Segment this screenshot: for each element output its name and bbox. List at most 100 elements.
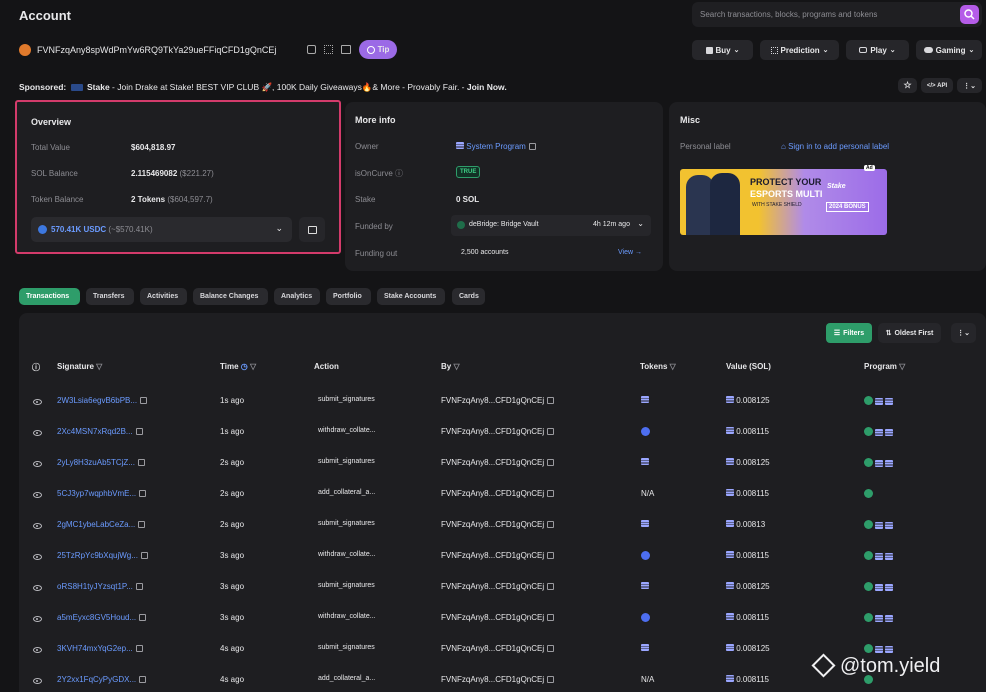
signature-link[interactable]: oRS8H1tyJYzsqt1P... — [57, 582, 143, 591]
eye-icon[interactable] — [33, 647, 42, 653]
filters-button[interactable]: ☰ Filters — [826, 323, 872, 343]
play-button[interactable]: Play ⌄ — [846, 40, 909, 60]
more-options-button[interactable]: ⋮⌄ — [957, 78, 982, 93]
copy-icon[interactable] — [135, 583, 143, 591]
program-icon[interactable] — [885, 522, 894, 529]
eye-icon[interactable] — [33, 678, 42, 684]
filter-icon[interactable]: ▽ — [453, 362, 459, 371]
copy-icon[interactable] — [547, 459, 555, 467]
copy-icon[interactable] — [547, 552, 555, 560]
program-icon[interactable] — [885, 398, 894, 405]
token-icon[interactable] — [641, 582, 649, 589]
by-cell[interactable]: FVNFzqAny8...CFD1gQnCEj — [441, 582, 555, 591]
copy-icon[interactable] — [547, 397, 555, 405]
search-icon[interactable] — [960, 5, 979, 24]
filter-icon[interactable]: ▽ — [670, 362, 676, 371]
column-by[interactable]: By ▽ — [441, 362, 460, 371]
column-time[interactable]: Time ◷ ▽ — [220, 362, 256, 371]
copy-icon[interactable] — [547, 428, 555, 436]
program-icon[interactable] — [875, 398, 884, 405]
program-icon[interactable] — [875, 615, 884, 622]
copy-icon[interactable] — [547, 645, 555, 653]
table-row[interactable]: 2W3Lsia6egvB6bPB... 1s ago submit_signatur… — [19, 385, 986, 416]
token-icon[interactable] — [641, 396, 649, 403]
copy-icon[interactable] — [547, 521, 555, 529]
signature-link[interactable]: 2yLy8H3zuAb5TCjZ... — [57, 458, 145, 467]
program-icon[interactable] — [864, 396, 873, 405]
eye-icon[interactable] — [33, 461, 42, 467]
program-icon[interactable] — [875, 646, 884, 653]
gaming-button[interactable]: Gaming ⌄ — [916, 40, 982, 60]
by-cell[interactable]: FVNFzqAny8...CFD1gQnCEj — [441, 458, 555, 467]
sponsored-banner[interactable]: Sponsored: Stake - Join Drake at Stake! … — [19, 82, 507, 93]
table-row[interactable]: 5CJ3yp7wqphbVmE... 2s ago add_collateral_a… — [19, 478, 986, 509]
signature-link[interactable]: 25TzRpYc9bXqujWg... — [57, 551, 148, 560]
owner-value[interactable]: System Program — [456, 142, 536, 151]
copy-icon[interactable] — [140, 552, 148, 560]
program-icon[interactable] — [875, 553, 884, 560]
filter-icon[interactable]: ▽ — [250, 362, 256, 371]
column-program[interactable]: Program ▽ — [864, 362, 905, 371]
clock-icon[interactable]: ◷ — [241, 362, 248, 371]
filter-icon[interactable]: ▽ — [899, 362, 905, 371]
copy-icon[interactable] — [135, 645, 143, 653]
table-row[interactable]: 25TzRpYc9bXqujWg... 3s ago withdraw_collat… — [19, 540, 986, 571]
copy-icon[interactable] — [139, 490, 147, 498]
copy-icon[interactable] — [140, 397, 148, 405]
by-cell[interactable]: FVNFzqAny8...CFD1gQnCEj — [441, 427, 555, 436]
program-icon[interactable] — [864, 520, 873, 529]
program-icon[interactable] — [875, 584, 884, 591]
usdc-token-icon[interactable] — [641, 613, 650, 622]
sponsored-cta[interactable]: Join Now. — [467, 82, 507, 92]
program-icon[interactable] — [864, 458, 873, 467]
by-cell[interactable]: FVNFzqAny8...CFD1gQnCEj — [441, 644, 555, 653]
copy-icon[interactable] — [307, 45, 316, 54]
copy-icon[interactable] — [137, 459, 145, 467]
signature-link[interactable]: 2W3Lsia6egvB6bPB... — [57, 396, 148, 405]
table-row[interactable]: 2gMC1ybeLabCeZa... 2s ago submit_signature… — [19, 509, 986, 540]
program-icon[interactable] — [875, 429, 884, 436]
column-tokens[interactable]: Tokens ▽ — [640, 362, 676, 371]
tab-cards[interactable]: Cards — [452, 288, 485, 305]
token-icon[interactable] — [641, 520, 649, 527]
program-icon[interactable] — [885, 615, 894, 622]
token-icon[interactable] — [641, 458, 649, 465]
program-icon[interactable] — [864, 551, 873, 560]
signature-link[interactable]: 2gMC1ybeLabCeZa... — [57, 520, 146, 529]
program-icon[interactable] — [864, 644, 873, 653]
token-icon[interactable] — [641, 644, 649, 651]
copy-icon[interactable] — [547, 614, 555, 622]
api-button[interactable]: </> API — [921, 78, 953, 93]
tab-activities[interactable]: Activities — [140, 288, 187, 305]
qr-code-icon[interactable] — [324, 45, 333, 54]
table-row[interactable]: oRS8H1tyJYzsqt1P... 3s ago submit_signatur… — [19, 571, 986, 602]
funded-by-select[interactable]: deBridge: Bridge Vault 4h 12m ago ⌄ — [451, 215, 651, 236]
sort-button[interactable]: ⇅ Oldest First — [878, 323, 941, 343]
by-cell[interactable]: FVNFzqAny8...CFD1gQnCEj — [441, 675, 555, 684]
by-cell[interactable]: FVNFzqAny8...CFD1gQnCEj — [441, 551, 555, 560]
by-cell[interactable]: FVNFzqAny8...CFD1gQnCEj — [441, 613, 555, 622]
eye-icon[interactable] — [33, 554, 42, 560]
program-icon[interactable] — [885, 429, 894, 436]
copy-icon[interactable] — [135, 428, 143, 436]
prediction-button[interactable]: Prediction ⌄ — [760, 40, 839, 60]
filter-icon[interactable]: ▽ — [96, 362, 102, 371]
tab-transfers[interactable]: Transfers — [86, 288, 134, 305]
eye-icon[interactable] — [33, 430, 42, 436]
copy-icon[interactable] — [139, 676, 147, 684]
program-icon[interactable] — [864, 489, 873, 498]
tip-button[interactable]: Tip — [359, 40, 397, 59]
by-cell[interactable]: FVNFzqAny8...CFD1gQnCEj — [441, 396, 555, 405]
signature-link[interactable]: 3KVH74mxYqG2ep... — [57, 644, 143, 653]
signature-link[interactable]: a5mEyxc8GV5Houd... — [57, 613, 147, 622]
copy-icon[interactable] — [547, 490, 555, 498]
program-icon[interactable] — [875, 460, 884, 467]
token-select[interactable]: 570.41K USDC (~$570.41K) ⌄ — [31, 217, 292, 242]
program-icon[interactable] — [885, 646, 894, 653]
ad-banner[interactable]: PROTECT YOUR ESPORTS MULTI WITH STAKE SH… — [680, 169, 887, 235]
buy-button[interactable]: Buy ⌄ — [692, 40, 753, 60]
usdc-token-icon[interactable] — [641, 427, 650, 436]
program-icon[interactable] — [885, 584, 894, 591]
by-cell[interactable]: FVNFzqAny8...CFD1gQnCEj — [441, 520, 555, 529]
program-icon[interactable] — [864, 427, 873, 436]
